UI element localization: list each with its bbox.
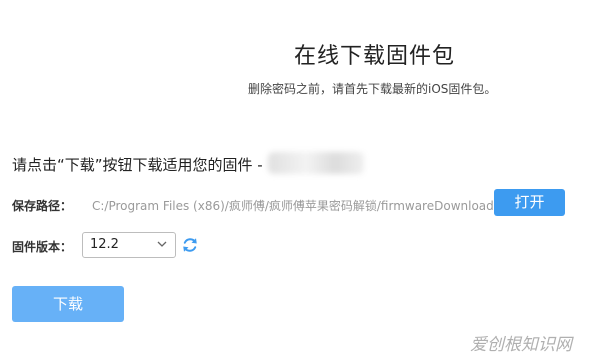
firmware-version-select[interactable]: 12.2 [82,232,176,258]
save-path-label: 保存路径： [12,199,73,213]
watermark: 爱创根知识网 [470,335,572,355]
page-subtitle: 删除密码之前，请首先下载最新的iOS固件包。 [248,82,497,96]
redacted-device-name [268,152,364,174]
open-folder-button[interactable]: 打开 [494,189,565,216]
firmware-version-value: 12.2 [90,237,119,252]
chevron-down-icon [157,241,167,247]
save-path-value: C:/Program Files (x86)/疯师傅/疯师傅苹果密码解锁/fir… [92,199,494,213]
page-title: 在线下载固件包 [294,44,456,69]
download-button[interactable]: 下载 [12,286,124,322]
download-prompt: 请点击“下载”按钮下载适用您的固件 - [12,156,263,174]
refresh-icon[interactable] [181,236,199,254]
firmware-version-label: 固件版本： [12,240,73,254]
